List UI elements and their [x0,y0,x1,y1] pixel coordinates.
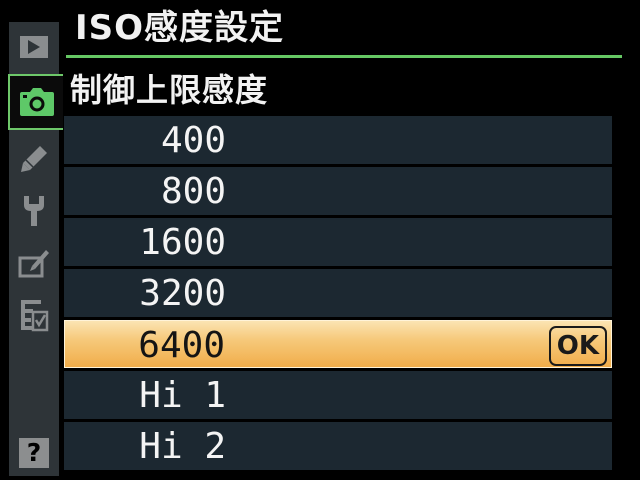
option-row-hi2[interactable]: Hi 2 OK [64,422,612,470]
camera-icon [19,87,55,117]
my-menu-tab[interactable] [9,290,59,340]
iso-option-list: 400 OK 800 OK 1600 OK 3200 OK 6400 OK Hi… [64,116,612,473]
playback-icon [19,35,49,59]
option-label: 6400 [138,325,225,366]
option-row-6400[interactable]: 6400 OK [64,320,612,368]
help-icon[interactable]: ? [19,438,49,468]
option-label: Hi 1 [139,375,226,416]
shooting-menu-tab[interactable] [8,74,63,130]
retouch-icon [18,248,50,278]
title-divider [66,55,622,58]
menu-sidebar: ? [8,22,63,476]
option-label: 3200 [139,273,226,314]
playback-menu-tab[interactable] [9,22,59,72]
option-row-1600[interactable]: 1600 OK [64,218,612,266]
setup-menu-tab[interactable] [9,186,59,236]
option-label: 800 [160,171,226,212]
option-label: Hi 2 [139,426,226,467]
wrench-icon [21,194,47,228]
option-row-800[interactable]: 800 OK [64,167,612,215]
option-row-3200[interactable]: 3200 OK [64,269,612,317]
ok-badge: OK [548,326,607,366]
section-title: 制御上限感度 [70,71,269,109]
custom-settings-tab[interactable] [9,134,59,184]
page-title: ISO感度設定 [75,8,285,48]
pencil-icon [19,144,49,174]
option-row-hi1[interactable]: Hi 1 OK [64,371,612,419]
option-row-400[interactable]: 400 OK [64,116,612,164]
my-menu-icon [19,298,49,332]
retouch-menu-tab[interactable] [9,238,59,288]
option-label: 400 [160,120,226,161]
option-label: 1600 [139,222,226,263]
